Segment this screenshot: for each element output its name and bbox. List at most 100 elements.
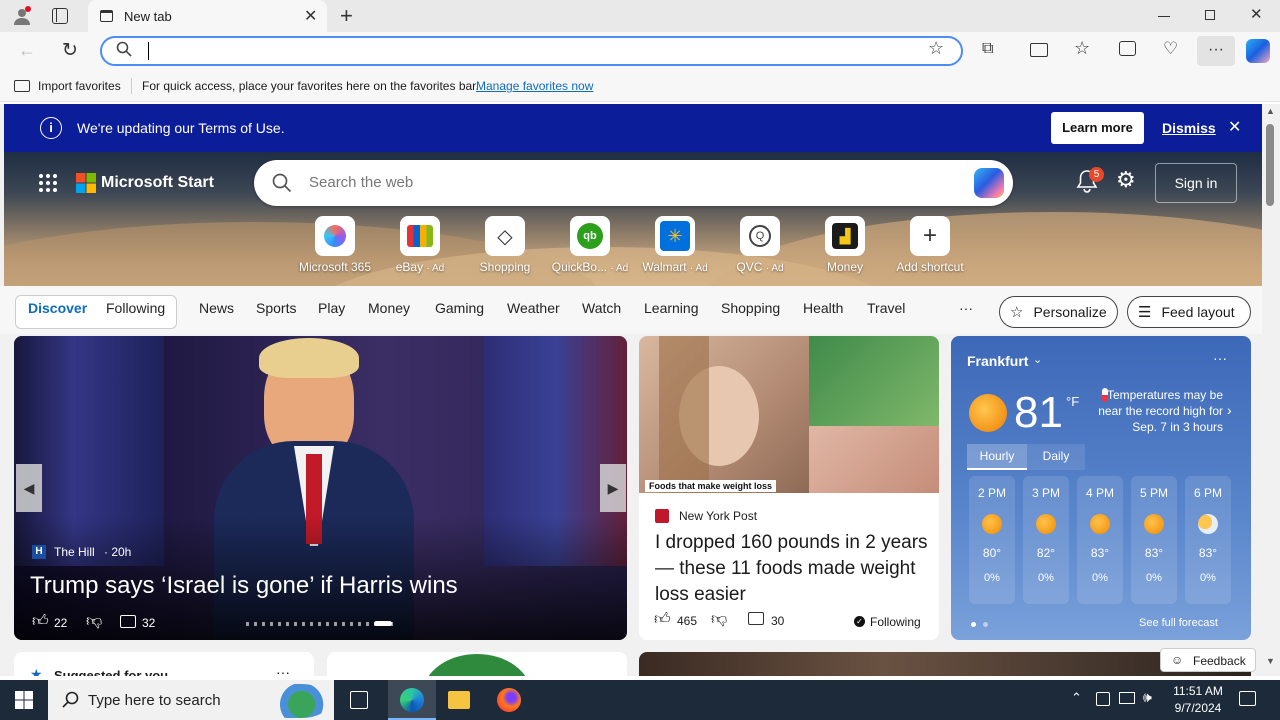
feedback-button[interactable]: ☺ Feedback [1160,648,1256,672]
back-icon[interactable]: ← [18,40,36,61]
ethernet-icon[interactable] [1119,692,1135,704]
clock-time[interactable]: 11:51 AM [1170,684,1226,698]
edge-taskbar-button[interactable] [388,680,436,720]
address-input[interactable] [148,42,149,60]
like-icon[interactable]: 👍︎ [32,612,49,631]
dismiss-link[interactable]: Dismiss [1162,120,1216,136]
page-scrollbar[interactable]: ▲ ▼ [1262,104,1280,676]
tab-daily[interactable]: Daily [1027,444,1085,470]
quick-link-shopping[interactable]: ◇ Shopping [463,216,547,274]
promo-card[interactable] [327,652,627,676]
tab-weather[interactable]: Weather [507,300,560,316]
windows-start-icon[interactable] [15,691,33,709]
weather-city[interactable]: Frankfurt [967,353,1028,369]
favorites-icon[interactable]: ☆ [1074,38,1090,59]
brand-name[interactable]: Microsoft Start [101,174,214,192]
new-tab-icon[interactable]: + [340,3,353,29]
personalize-button[interactable]: ☆ Personalize [999,296,1118,328]
copilot-search-icon[interactable] [974,168,1004,198]
top-story-card[interactable]: ◀ ▶ H The Hill · 20h Trump says ‘Israel … [14,336,627,640]
tab-news[interactable]: News [199,300,234,316]
comment-icon[interactable] [120,615,136,628]
tab-learning[interactable]: Learning [644,300,699,316]
carousel-prev-button[interactable]: ◀ [16,464,42,512]
collections-icon[interactable] [1119,41,1136,56]
notifications-center-icon[interactable] [1239,691,1256,706]
carousel-next-button[interactable]: ▶ [600,464,626,512]
comment-icon[interactable] [748,612,764,625]
quick-link-quickbooks[interactable]: qb QuickBo... · Ad [548,216,632,274]
quick-link-add-shortcut[interactable]: + Add shortcut [888,216,972,274]
tab-new-tab[interactable]: New tab ✕ [88,0,327,32]
tab-sports[interactable]: Sports [256,300,296,316]
scroll-thumb[interactable] [1266,124,1274,206]
file-explorer-icon[interactable] [448,691,470,709]
page-dot-active[interactable] [971,622,976,627]
feed-layout-button[interactable]: ☰ Feed layout [1127,296,1251,328]
address-bar[interactable]: ☆ [100,36,963,66]
settings-more-icon[interactable]: ··· [1197,36,1235,66]
tab-health[interactable]: Health [803,300,843,316]
sign-in-button[interactable]: Sign in [1155,163,1237,203]
tab-gaming[interactable]: Gaming [435,300,484,316]
hourly-forecast-item[interactable]: 6 PM 83° 0% [1185,476,1231,604]
restore-icon[interactable] [1205,10,1215,20]
hourly-forecast-item[interactable]: 4 PM 83° 0% [1077,476,1123,604]
volume-icon[interactable]: 🕪︎ [1143,689,1152,706]
chevron-right-icon[interactable]: › [1227,402,1232,418]
web-search-box[interactable]: Search the web [254,160,1013,206]
manage-favorites-link[interactable]: Manage favorites now [476,79,593,93]
full-forecast-link[interactable]: See full forecast [1139,617,1218,629]
suggested-more-icon[interactable]: ··· [276,664,290,676]
scroll-down-icon[interactable]: ▼ [1266,656,1275,666]
quick-link-walmart[interactable]: ✳ Walmart · Ad [633,216,717,274]
news-headline[interactable]: I dropped 160 pounds in 2 years — these … [655,530,930,608]
tab-play[interactable]: Play [318,300,345,316]
close-banner-icon[interactable]: ✕ [1228,117,1241,137]
quick-link-money[interactable]: ▟ Money [803,216,887,274]
scroll-up-icon[interactable]: ▲ [1266,106,1275,116]
clock-date[interactable]: 9/7/2024 [1170,701,1226,715]
browser-essentials-icon[interactable]: ♡ [1163,39,1178,59]
following-label[interactable]: Following [870,615,921,629]
tab-hourly[interactable]: Hourly [967,444,1027,470]
copilot-icon[interactable] [1246,39,1270,63]
split-screen-icon[interactable] [1030,43,1048,57]
hourly-forecast-item[interactable]: 2 PM 80° 0% [969,476,1015,604]
like-icon[interactable]: 👍︎ [654,610,671,629]
tab-shopping[interactable]: Shopping [721,300,780,316]
import-favorites-button[interactable]: Import favorites [38,79,121,93]
learn-more-button[interactable]: Learn more [1051,112,1144,144]
story-headline[interactable]: Trump says ‘Israel is gone’ if Harris wi… [30,572,458,600]
quick-link-microsoft-365[interactable]: Microsoft 365 [293,216,377,274]
show-hidden-icons[interactable]: ⌃ [1071,690,1082,706]
web-search-input[interactable]: Search the web [309,174,413,191]
refresh-icon[interactable]: ↻ [62,39,78,62]
taskbar-search-input[interactable]: Type here to search [88,692,221,709]
tab-following[interactable]: Following [106,300,165,316]
dislike-icon[interactable]: 👎︎ [86,612,102,631]
apps-launcher-icon[interactable] [38,173,58,193]
profile-icon[interactable] [12,6,32,26]
tab-watch[interactable]: Watch [582,300,621,316]
news-card[interactable]: Foods that make weight loss New York Pos… [639,336,939,640]
task-view-icon[interactable] [350,691,368,709]
tab-money[interactable]: Money [368,300,410,316]
weather-card[interactable]: Frankfurt ⌄ ··· 81 °F Temperatures may b… [951,336,1251,640]
close-tab-icon[interactable]: ✕ [304,6,317,26]
page-dot[interactable] [983,622,988,627]
minimize-icon[interactable] [1158,16,1170,17]
hourly-forecast-item[interactable]: 3 PM 82° 0% [1023,476,1069,604]
favorite-star-icon[interactable]: ☆ [928,38,944,59]
quick-link-qvc[interactable]: Q QVC · Ad [718,216,802,274]
settings-gear-icon[interactable]: ⚙ [1116,167,1136,193]
microsoft-logo[interactable] [76,173,96,193]
quick-link-ebay[interactable]: eBay · Ad [378,216,462,274]
close-window-icon[interactable]: ✕ [1250,5,1263,23]
tab-discover[interactable]: Discover [28,300,87,316]
extensions-icon[interactable]: ⧉ [982,40,993,58]
tab-actions-icon[interactable] [52,8,68,24]
network-icon[interactable] [1096,692,1110,706]
dislike-icon[interactable]: 👎︎ [711,610,727,629]
tab-travel[interactable]: Travel [867,300,905,316]
